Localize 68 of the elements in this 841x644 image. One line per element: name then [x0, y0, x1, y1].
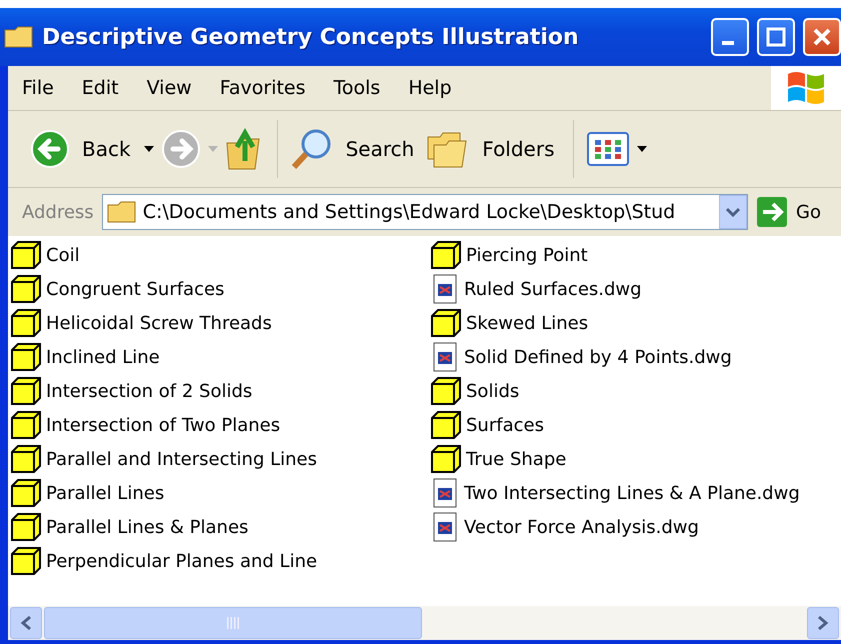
cube-icon	[430, 240, 462, 270]
windows-logo-icon	[771, 66, 841, 110]
cube-icon	[10, 444, 42, 474]
go-button[interactable]: Go	[796, 202, 841, 222]
menu-item[interactable]: Tools	[320, 77, 394, 99]
minimize-button[interactable]	[711, 18, 749, 56]
cube-icon	[10, 240, 42, 270]
menu-item[interactable]: Help	[394, 77, 466, 99]
chevron-right-icon	[817, 615, 829, 631]
close-icon	[812, 27, 832, 47]
file-name[interactable]: Parallel Lines & Planes	[46, 516, 248, 538]
menu-item[interactable]: Edit	[68, 77, 133, 99]
file-name[interactable]: Helicoidal Screw Threads	[46, 312, 272, 334]
chevron-down-icon	[726, 207, 740, 217]
cube-icon	[430, 410, 462, 440]
file-name[interactable]: Coil	[46, 244, 80, 266]
grip-icon	[226, 617, 240, 629]
file-name[interactable]: Surfaces	[466, 414, 544, 436]
file-name[interactable]: Skewed Lines	[466, 312, 588, 334]
cube-icon	[10, 342, 42, 372]
file-name[interactable]: Parallel Lines	[46, 482, 164, 504]
caret-icon[interactable]	[636, 145, 648, 153]
search-button[interactable]: Search	[340, 137, 420, 161]
cube-icon	[10, 478, 42, 508]
file-name[interactable]: True Shape	[466, 448, 566, 470]
scroll-thumb[interactable]	[44, 607, 422, 639]
minimize-icon	[722, 41, 734, 45]
folders-button[interactable]: Folders	[476, 137, 561, 161]
scroll-left-button[interactable]	[10, 607, 42, 639]
scroll-right-button[interactable]	[807, 607, 839, 639]
views-icon[interactable]	[586, 131, 630, 167]
back-button[interactable]: Back	[76, 137, 137, 161]
address-label: Address	[22, 202, 94, 222]
file-name[interactable]: Piercing Point	[466, 244, 588, 266]
menu-item[interactable]: Favorites	[206, 77, 320, 99]
close-button[interactable]	[803, 18, 841, 56]
chevron-left-icon	[20, 615, 32, 631]
cube-icon	[10, 546, 42, 576]
file-name[interactable]: Intersection of 2 Solids	[46, 380, 252, 402]
maximize-button[interactable]	[757, 18, 795, 56]
dropdown-button[interactable]	[719, 195, 748, 229]
file-name[interactable]: Ruled Surfaces.dwg	[464, 278, 642, 300]
cube-icon	[430, 308, 462, 338]
folder-icon	[106, 200, 137, 224]
cube-icon	[10, 512, 42, 542]
cube-icon	[10, 308, 42, 338]
caret-icon[interactable]	[142, 145, 155, 153]
cube-icon	[10, 376, 42, 406]
file-name[interactable]: Congruent Surfaces	[46, 278, 224, 300]
menu-item[interactable]: View	[132, 77, 206, 99]
file-name[interactable]: Parallel and Intersecting Lines	[46, 448, 317, 470]
file-name[interactable]: Inclined Line	[46, 346, 160, 368]
file-name[interactable]: Perpendicular Planes and Line	[46, 550, 318, 572]
file-name[interactable]: Solids	[466, 380, 520, 402]
cube-icon	[430, 444, 462, 474]
address-field[interactable]: C:\Documents and Settings\Edward Locke\Desktop\Stud	[102, 194, 748, 230]
window-title: Descriptive Geometry Concepts Illustration	[42, 24, 580, 50]
file-name[interactable]: Solid Defined by 4 Points.dwg	[464, 346, 732, 368]
folder-icon	[4, 25, 34, 49]
cube-icon	[10, 410, 42, 440]
cube-icon	[10, 274, 42, 304]
file-name[interactable]: Two Intersecting Lines & A Plane.dwg	[464, 482, 800, 504]
cube-icon	[430, 376, 462, 406]
file-name[interactable]: Vector Force Analysis.dwg	[464, 516, 699, 538]
file-name[interactable]: Intersection of Two Planes	[46, 414, 280, 436]
menu-item[interactable]: File	[8, 77, 68, 99]
horizontal-scrollbar[interactable]	[8, 606, 841, 640]
maximize-icon	[766, 27, 786, 47]
